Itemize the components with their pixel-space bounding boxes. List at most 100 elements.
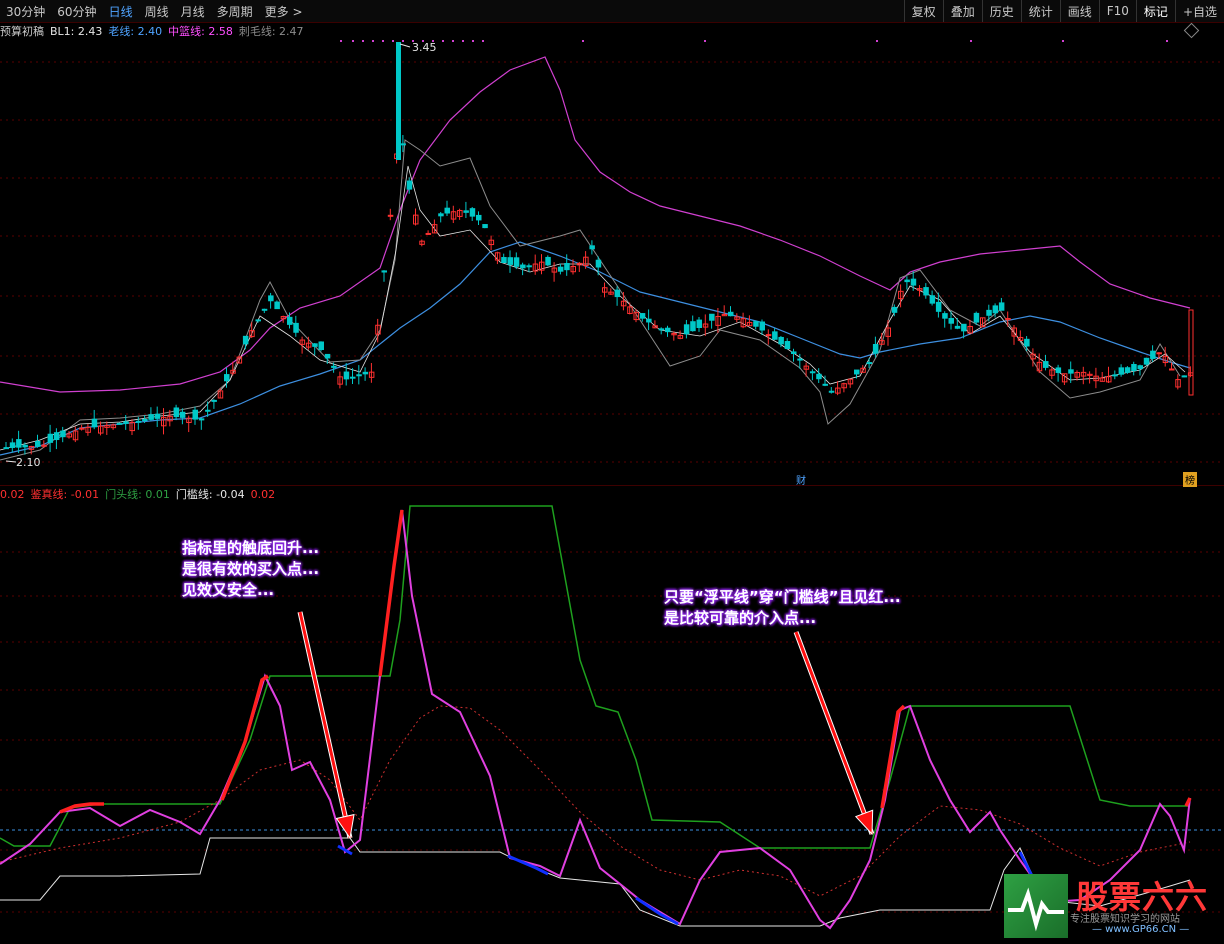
candle-body <box>872 344 879 354</box>
price-gridlines <box>0 61 1224 463</box>
candle-body <box>1112 374 1118 377</box>
candle-body <box>91 418 98 428</box>
candle-body <box>1131 364 1137 371</box>
price-chart[interactable]: 3.45 2.10 <box>0 0 1224 486</box>
candle-body <box>293 322 299 333</box>
candle-body <box>1124 367 1131 373</box>
appraisal-blue-segment <box>507 854 549 876</box>
candle-body <box>425 232 432 235</box>
signal-dot <box>462 40 464 42</box>
signal-dot <box>482 40 484 42</box>
candle-body <box>614 289 621 298</box>
candle-body <box>22 444 28 448</box>
legend-value: 0.02 <box>250 487 276 501</box>
annotation-bottom-rebound: 指标里的触底回升... 是很有效的买入点... 见效又安全... <box>182 538 319 601</box>
candle-body <box>929 295 936 304</box>
bl1-line <box>0 165 1186 451</box>
candle-body <box>753 321 759 327</box>
candle-body <box>772 331 778 340</box>
legend-appraisal-line: 鉴真线: -0.01 <box>31 486 100 502</box>
signal-dot <box>582 40 584 42</box>
candle-body <box>476 214 482 221</box>
candle-body <box>665 327 671 333</box>
candle-body <box>3 447 9 450</box>
mid-basket-line <box>0 56 1191 393</box>
legend-value: -0.01 <box>70 488 100 501</box>
candle-body <box>482 224 488 229</box>
candle-body <box>438 213 444 217</box>
candle-body <box>507 257 513 265</box>
candle-body <box>53 432 60 441</box>
arrow-shaft <box>794 631 874 835</box>
arrow-head <box>854 809 874 836</box>
candle-body <box>463 210 469 213</box>
signal-dot <box>340 40 342 42</box>
watermark-subtitle: 专注股票知识学习的网站 <box>1070 914 1180 925</box>
candle-body <box>1055 367 1062 373</box>
candle-body <box>828 390 835 393</box>
last-candle <box>1188 309 1194 396</box>
candle-body <box>148 414 154 420</box>
candle-body <box>501 257 507 264</box>
signal-dot <box>876 40 878 42</box>
legend-door-head-line: 门头线: 0.01 <box>105 486 170 502</box>
candle-body <box>696 319 702 329</box>
candle-body <box>784 341 791 349</box>
candle-body <box>1150 350 1156 359</box>
candle-body <box>198 418 205 421</box>
annotation-line: 是比较可靠的介入点... <box>664 609 817 627</box>
arrow-cross-threshold <box>793 631 875 836</box>
watermark: 股票六六 专注股票知识学习的网站 — www.GP66.CN — <box>1004 872 1224 944</box>
candle-body <box>564 263 570 271</box>
appraisal-red-segment <box>378 509 404 677</box>
candle-body <box>595 259 602 268</box>
candle-body <box>35 440 41 447</box>
legend-label: 鉴真线: <box>30 488 68 501</box>
candle-body <box>986 309 992 316</box>
candle-body <box>350 376 356 379</box>
candle-body <box>356 374 362 377</box>
candle-body <box>797 358 803 361</box>
indicator-curves <box>0 505 1192 930</box>
candle-body <box>690 321 696 332</box>
candle-body <box>791 351 797 354</box>
signal-dot <box>452 40 454 42</box>
candle-body <box>683 324 690 335</box>
candle-body <box>639 313 646 319</box>
candle-body <box>268 295 274 302</box>
candlesticks <box>3 42 1194 455</box>
high-price-pointer <box>399 43 411 48</box>
signal-dot <box>402 40 404 42</box>
signal-dots <box>340 40 1168 42</box>
appraisal-red-segment <box>1184 797 1192 807</box>
candle-body <box>866 362 873 365</box>
spike-candle <box>396 42 401 160</box>
signal-dot <box>472 40 474 42</box>
ranking-marker[interactable]: 榜 <box>1183 472 1197 487</box>
financial-report-marker[interactable]: 财 <box>794 472 808 487</box>
candle-body <box>1169 368 1175 371</box>
candle-body <box>520 264 526 269</box>
candle-body <box>728 311 734 317</box>
candle-body <box>179 411 186 418</box>
candle-body <box>312 343 318 347</box>
candle-body <box>759 321 765 331</box>
candle-body <box>242 335 249 345</box>
candle-body <box>765 334 772 337</box>
candle-body <box>935 301 942 312</box>
old-line <box>0 241 1191 456</box>
candle-body <box>444 207 450 214</box>
candle-body <box>809 371 816 374</box>
door-head-line <box>0 505 1190 849</box>
candle-body <box>60 430 66 438</box>
candle-body <box>211 399 217 402</box>
annotation-line: 是很有效的买入点... <box>182 560 320 578</box>
signal-dot <box>382 40 384 42</box>
arrow-outline <box>297 611 353 839</box>
arrow-shaft <box>298 611 352 839</box>
candle-body <box>923 287 929 296</box>
pulse-logo-icon <box>1004 874 1068 938</box>
annotation-line: 见效又安全... <box>182 581 275 599</box>
candle-body <box>331 365 337 368</box>
candle-body <box>1024 338 1030 347</box>
